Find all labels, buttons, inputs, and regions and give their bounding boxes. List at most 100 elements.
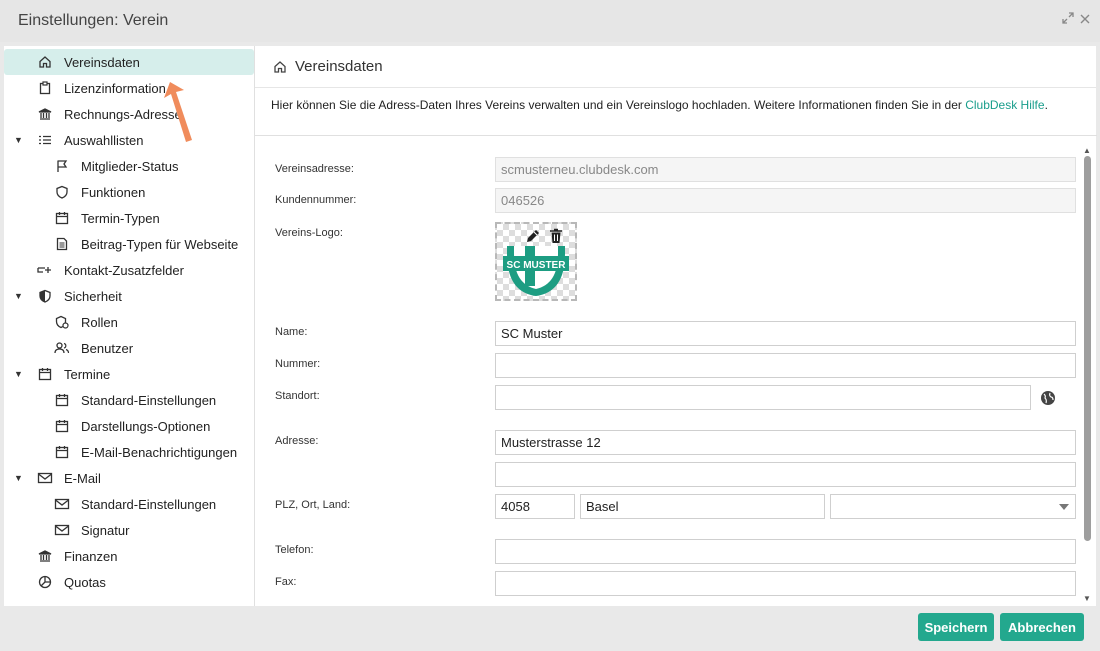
add-field-icon bbox=[37, 262, 53, 278]
panel-header: Vereinsdaten bbox=[255, 46, 1096, 88]
mail-icon bbox=[37, 470, 53, 486]
sidebar-item-termine-standard-einstellungen[interactable]: Standard-Einstellungen bbox=[4, 387, 254, 413]
globe-icon[interactable] bbox=[1040, 390, 1056, 409]
scroll-thumb[interactable] bbox=[1084, 156, 1091, 541]
sidebar-item-mitglieder-status[interactable]: Mitglieder-Status bbox=[4, 153, 254, 179]
standort-label: Standort: bbox=[275, 390, 320, 402]
sidebar-item-label: Quotas bbox=[64, 574, 106, 590]
role-icon bbox=[54, 314, 70, 330]
sidebar-item-termine[interactable]: ▼ Termine bbox=[4, 361, 254, 387]
sidebar-item-label: E-Mail bbox=[64, 470, 101, 486]
sidebar-item-label: Darstellungs-Optionen bbox=[81, 418, 211, 434]
sidebar-item-label: Benutzer bbox=[81, 340, 134, 356]
bank-icon bbox=[37, 106, 53, 122]
sidebar-item-label: Finanzen bbox=[64, 548, 118, 564]
sidebar-item-darstellungs-optionen[interactable]: Darstellungs-Optionen bbox=[4, 413, 254, 439]
main-panel: Vereinsdaten Hier können Sie die Adress-… bbox=[254, 46, 1097, 606]
sidebar-item-kontakt-zusatzfelder[interactable]: Kontakt-Zusatzfelder bbox=[4, 257, 254, 283]
expand-icon[interactable] bbox=[1062, 12, 1074, 27]
divider bbox=[255, 135, 1097, 136]
close-icon[interactable] bbox=[1080, 12, 1090, 27]
trash-icon[interactable] bbox=[549, 228, 563, 247]
kundennummer-field: 046526 bbox=[495, 188, 1076, 213]
nummer-input[interactable] bbox=[495, 353, 1076, 378]
logo-upload[interactable]: SC MUSTER bbox=[495, 222, 577, 301]
plz-ort-land-label: PLZ, Ort, Land: bbox=[275, 499, 351, 511]
scroll-down-icon[interactable]: ▼ bbox=[1083, 594, 1091, 603]
telefon-label: Telefon: bbox=[275, 544, 314, 556]
sidebar-item-email-standard-einstellungen[interactable]: Standard-Einstellungen bbox=[4, 491, 254, 517]
chevron-down-icon bbox=[1059, 504, 1069, 510]
collapse-toggle-icon[interactable]: ▼ bbox=[14, 369, 24, 379]
standort-input[interactable] bbox=[495, 385, 1031, 410]
sidebar-item-funktionen[interactable]: Funktionen bbox=[4, 179, 254, 205]
sidebar-item-label: Lizenzinformation bbox=[64, 80, 166, 96]
sidebar-item-lizenzinformation[interactable]: Lizenzinformation bbox=[4, 75, 254, 101]
intro-text: Hier können Sie die Adress-Daten Ihres V… bbox=[271, 98, 1048, 112]
cancel-button[interactable]: Abbrechen bbox=[1000, 613, 1084, 641]
calendar-icon bbox=[54, 392, 70, 408]
document-icon bbox=[54, 236, 70, 252]
calendar-icon bbox=[54, 210, 70, 226]
sidebar-item-label: E-Mail-Benachrichtigungen bbox=[81, 444, 238, 460]
fax-input[interactable] bbox=[495, 571, 1076, 596]
mail-icon bbox=[54, 522, 70, 538]
pointer-arrow-icon bbox=[162, 76, 202, 149]
fax-label: Fax: bbox=[275, 576, 297, 588]
intro-text-end: . bbox=[1044, 98, 1048, 112]
sidebar-item-benutzer[interactable]: Benutzer bbox=[4, 335, 254, 361]
collapse-toggle-icon[interactable]: ▼ bbox=[14, 291, 24, 301]
sidebar-item-quotas[interactable]: Quotas bbox=[4, 569, 254, 595]
name-input[interactable]: SC Muster bbox=[495, 321, 1076, 346]
collapse-toggle-icon[interactable]: ▼ bbox=[14, 473, 24, 483]
vereinsadresse-field: scmusterneu.clubdesk.com bbox=[495, 157, 1076, 182]
scroll-up-icon[interactable]: ▲ bbox=[1083, 146, 1091, 155]
home-icon bbox=[273, 60, 287, 74]
sidebar-item-rollen[interactable]: Rollen bbox=[4, 309, 254, 335]
save-button[interactable]: Speichern bbox=[918, 613, 994, 641]
sidebar-item-beitrag-typen[interactable]: Beitrag-Typen für Webseite bbox=[4, 231, 254, 257]
vertical-scrollbar[interactable]: ▲ ▼ bbox=[1081, 146, 1093, 606]
vereinsadresse-label: Vereinsadresse: bbox=[275, 163, 354, 175]
telefon-input[interactable] bbox=[495, 539, 1076, 564]
sidebar-item-email-benachrichtigungen[interactable]: E-Mail-Benachrichtigungen bbox=[4, 439, 254, 465]
sidebar-item-label: Termin-Typen bbox=[81, 210, 160, 226]
home-icon bbox=[37, 54, 53, 70]
panel-title: Vereinsdaten bbox=[295, 58, 383, 75]
adresse-line2-input[interactable] bbox=[495, 462, 1076, 487]
collapse-toggle-icon[interactable]: ▼ bbox=[14, 135, 24, 145]
sidebar-item-label: Auswahllisten bbox=[64, 132, 144, 148]
sidebar-item-label: Standard-Einstellungen bbox=[81, 496, 217, 512]
sidebar-item-label: Funktionen bbox=[81, 184, 146, 200]
sidebar-item-label: Rollen bbox=[81, 314, 118, 330]
flag-icon bbox=[54, 158, 70, 174]
logo-text: SC MUSTER bbox=[507, 260, 567, 271]
settings-sidebar: Vereinsdaten Lizenzinformation Rechnungs… bbox=[4, 46, 254, 606]
sidebar-item-vereinsdaten[interactable]: Vereinsdaten bbox=[4, 49, 254, 75]
ort-input[interactable]: Basel bbox=[580, 494, 825, 519]
sidebar-item-label: Mitglieder-Status bbox=[81, 158, 179, 174]
calendar-icon bbox=[54, 444, 70, 460]
sidebar-item-label: Termine bbox=[64, 366, 111, 382]
sidebar-item-auswahllisten[interactable]: ▼ Auswahllisten bbox=[4, 127, 254, 153]
sidebar-item-email[interactable]: ▼ E-Mail bbox=[4, 465, 254, 491]
sidebar-item-rechnungs-adresse[interactable]: Rechnungs-Adresse bbox=[4, 101, 254, 127]
calendar-icon bbox=[37, 366, 53, 382]
users-icon bbox=[54, 340, 70, 356]
sidebar-item-label: Beitrag-Typen für Webseite bbox=[81, 236, 239, 252]
help-link[interactable]: ClubDesk Hilfe bbox=[965, 98, 1044, 112]
adresse-line1-input[interactable]: Musterstrasse 12 bbox=[495, 430, 1076, 455]
sidebar-item-label: Vereinsdaten bbox=[64, 54, 140, 70]
sidebar-item-signatur[interactable]: Signatur bbox=[4, 517, 254, 543]
window-titlebar: Einstellungen: Verein bbox=[0, 0, 1100, 42]
bank-icon bbox=[37, 548, 53, 564]
nummer-label: Nummer: bbox=[275, 358, 321, 370]
shield-outline-icon bbox=[54, 184, 70, 200]
sidebar-item-sicherheit[interactable]: ▼ Sicherheit bbox=[4, 283, 254, 309]
window-title: Einstellungen: Verein bbox=[18, 12, 169, 29]
sidebar-item-termin-typen[interactable]: Termin-Typen bbox=[4, 205, 254, 231]
land-select[interactable] bbox=[830, 494, 1076, 519]
sidebar-item-finanzen[interactable]: Finanzen bbox=[4, 543, 254, 569]
edit-icon[interactable] bbox=[525, 228, 541, 247]
plz-input[interactable]: 4058 bbox=[495, 494, 575, 519]
